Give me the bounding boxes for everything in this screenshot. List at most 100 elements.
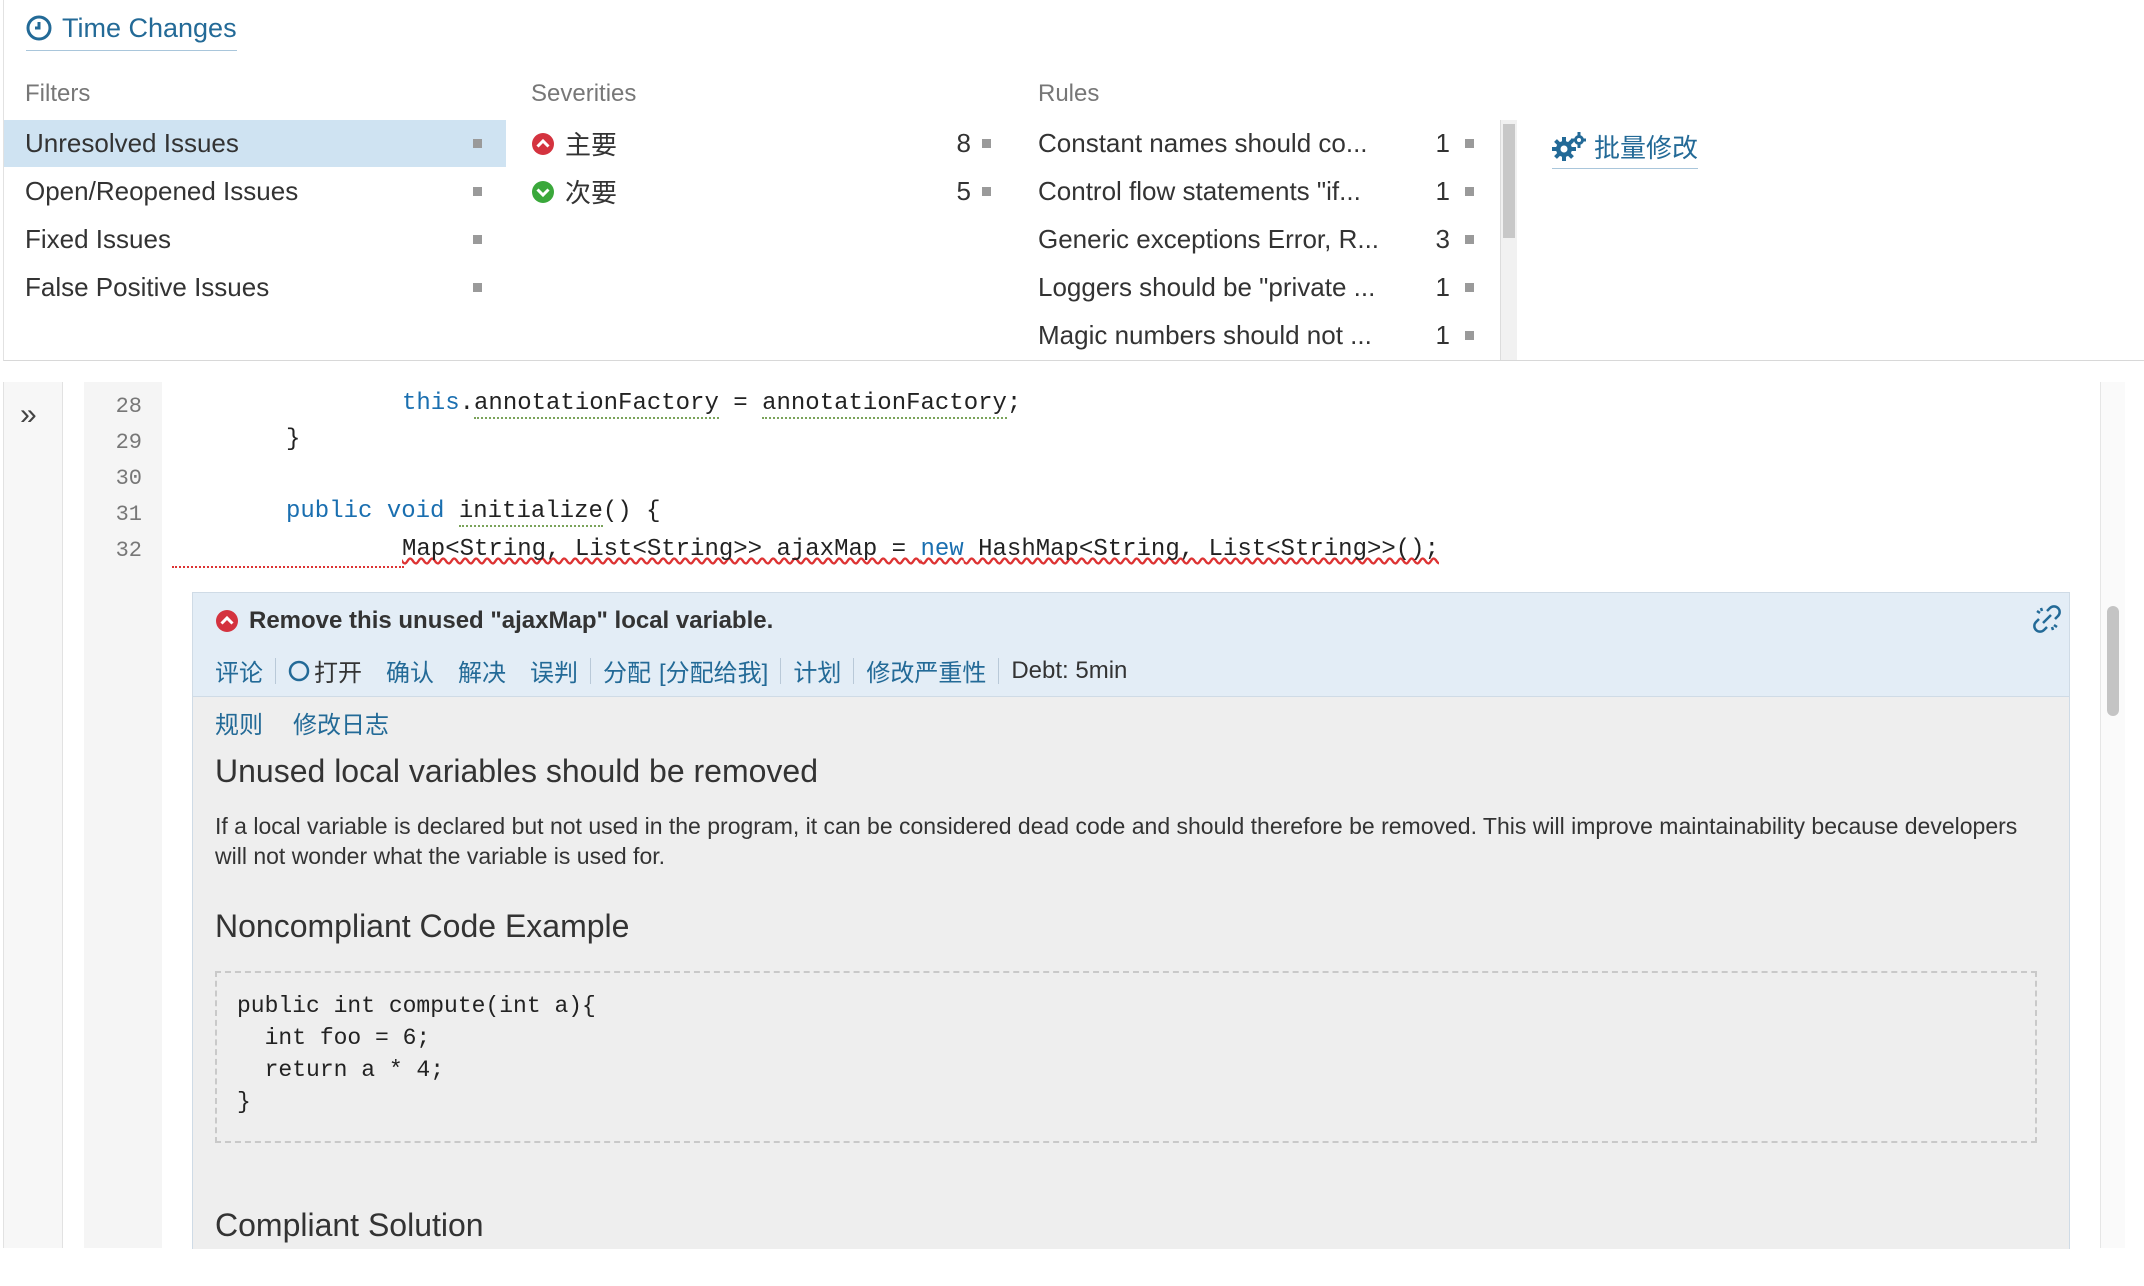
unlink-icon[interactable] <box>2033 605 2061 633</box>
source-scrollbar[interactable] <box>2100 382 2125 1248</box>
plan-button[interactable]: 计划 <box>781 653 853 688</box>
code-keyword: new <box>920 536 964 563</box>
line-number[interactable]: 29 <box>116 430 142 455</box>
rule-bar-icon <box>1465 235 1474 244</box>
technical-debt: Debt: 5min <box>1011 656 1128 684</box>
code-symbol[interactable]: annotationFactory <box>474 390 719 419</box>
rule-item[interactable]: Control flow statements "if... 1 <box>1038 168 1488 215</box>
double-chevron-right-icon[interactable]: » <box>20 398 37 432</box>
code-keyword: void <box>386 498 445 525</box>
filter-unresolved-issues[interactable]: Unresolved Issues <box>4 120 506 167</box>
filter-bar-icon <box>473 187 482 196</box>
rule-bar-icon <box>1465 187 1474 196</box>
issue-message-text: Remove this unused "ajaxMap" local varia… <box>249 607 774 634</box>
code-token: ; <box>1006 390 1022 417</box>
confirm-button[interactable]: 确认 <box>374 653 446 688</box>
tab-rule[interactable]: 规则 <box>215 705 263 740</box>
rule-description: If a local variable is declared but not … <box>215 813 2018 869</box>
status-label: 打开 <box>314 660 362 687</box>
rules-scrollbar[interactable] <box>1500 120 1517 360</box>
resolve-button[interactable]: 解决 <box>446 653 518 688</box>
comment-button[interactable]: 评论 <box>215 653 275 688</box>
code-keyword: public <box>286 498 373 525</box>
rule-count: 1 <box>1435 128 1450 158</box>
code-issue-highlight[interactable]: Map<String, List<String>> ajaxMap = <box>402 536 920 563</box>
rule-label: Constant names should co... <box>1038 128 1368 158</box>
time-changes-label: Time Changes <box>62 12 237 43</box>
severity-bar-icon <box>982 139 991 148</box>
severity-count: 8 <box>956 128 971 158</box>
rule-bar-icon <box>1465 283 1474 292</box>
filter-fixed-issues[interactable]: Fixed Issues <box>4 216 506 263</box>
code-token: = <box>718 390 763 417</box>
gears-icon <box>1552 131 1586 161</box>
severity-bar-icon <box>982 187 991 196</box>
line-number[interactable]: 28 <box>116 394 142 419</box>
severity-major[interactable]: 主要 8 <box>531 120 1011 167</box>
rule-count: 1 <box>1435 320 1450 350</box>
filter-false-positive-issues[interactable]: False Positive Issues <box>4 264 506 311</box>
filter-label: False Positive Issues <box>25 272 270 302</box>
time-changes-link[interactable]: Time Changes <box>26 8 237 51</box>
code-issue-highlight[interactable]: HashMap<String, List<String>>(); <box>964 536 1439 563</box>
bulk-change-link[interactable]: 批量修改 <box>1552 128 1699 169</box>
noncompliant-title: Noncompliant Code Example <box>215 908 630 944</box>
major-severity-icon <box>532 132 554 155</box>
filter-bar-icon <box>473 235 482 244</box>
filter-label: Open/Reopened Issues <box>25 176 299 206</box>
code-line: return a * 4; <box>237 1057 445 1083</box>
compliant-title: Compliant Solution <box>215 1207 484 1243</box>
issue-tabs: 规则 修改日志 <box>215 705 389 740</box>
rule-label: Generic exceptions Error, R... <box>1038 224 1380 254</box>
source-sidebar: » <box>3 382 63 1248</box>
noncompliant-code-block: public int compute(int a){ int foo = 6; … <box>215 971 2037 1143</box>
major-severity-icon <box>216 610 238 632</box>
code-token: . <box>459 390 475 417</box>
code-line: } <box>237 1089 251 1115</box>
filter-open-reopened-issues[interactable]: Open/Reopened Issues <box>4 168 506 215</box>
rules-title: Rules <box>1038 80 1100 107</box>
bulk-change-label: 批量修改 <box>1594 133 1699 163</box>
rule-label: Control flow statements "if... <box>1038 176 1361 206</box>
rule-item[interactable]: Constant names should co... 1 <box>1038 120 1488 167</box>
code-line-31: public void initialize() { <box>286 498 660 527</box>
code-line-32: Map<String, List<String>> ajaxMap = new … <box>402 536 1439 563</box>
assign-to-me-button[interactable]: [分配给我] <box>655 653 780 688</box>
status-open[interactable]: 打开 <box>276 653 374 688</box>
minor-severity-icon <box>532 180 554 203</box>
line-number[interactable]: 30 <box>116 466 142 491</box>
rule-item[interactable]: Magic numbers should not ... 1 <box>1038 312 1488 359</box>
rule-item[interactable]: Generic exceptions Error, R... 3 <box>1038 216 1488 263</box>
rule-label: Loggers should be "private ... <box>1038 272 1376 302</box>
rule-item[interactable]: Loggers should be "private ... 1 <box>1038 264 1488 311</box>
filter-label: Fixed Issues <box>25 224 171 254</box>
code-keyword: this <box>402 390 460 417</box>
filter-bar-icon <box>473 283 482 292</box>
line-number[interactable]: 31 <box>116 502 142 527</box>
line-number-gutter: 28 29 30 31 32 <box>84 382 162 1248</box>
filter-bar-icon <box>473 139 482 148</box>
rule-bar-icon <box>1465 331 1474 340</box>
filters-title: Filters <box>25 80 91 107</box>
severity-count: 5 <box>956 176 971 206</box>
assign-button[interactable]: 分配 <box>591 653 655 688</box>
tab-changelog[interactable]: 修改日志 <box>293 705 389 740</box>
code-symbol[interactable]: annotationFactory <box>762 390 1007 419</box>
issues-filter-panel: Time Changes Filters Unresolved Issues O… <box>3 0 2144 361</box>
issue-actions-bar: 评论 打开 确认 解决 误判 分配 [分配给我] 计划 修改严重性 Debt: … <box>215 653 1139 688</box>
code-line: public int compute(int a){ <box>237 993 596 1019</box>
change-severity-button[interactable]: 修改严重性 <box>854 653 998 688</box>
false-positive-button[interactable]: 误判 <box>518 653 590 688</box>
rule-label: Magic numbers should not ... <box>1038 320 1372 350</box>
code-line-28: this.annotationFactory = annotationFacto… <box>402 390 1022 419</box>
severity-minor[interactable]: 次要 5 <box>531 168 1011 215</box>
filter-label: Unresolved Issues <box>25 128 239 158</box>
source-scrollbar-thumb[interactable] <box>2107 606 2119 716</box>
rule-count: 3 <box>1435 224 1450 254</box>
rules-scrollbar-thumb[interactable] <box>1503 124 1515 238</box>
code-symbol[interactable]: initialize <box>458 498 603 527</box>
issue-message: Remove this unused "ajaxMap" local varia… <box>215 607 773 635</box>
line-number[interactable]: 32 <box>116 538 142 563</box>
code-line: int foo = 6; <box>237 1025 431 1051</box>
open-status-icon <box>288 660 310 681</box>
